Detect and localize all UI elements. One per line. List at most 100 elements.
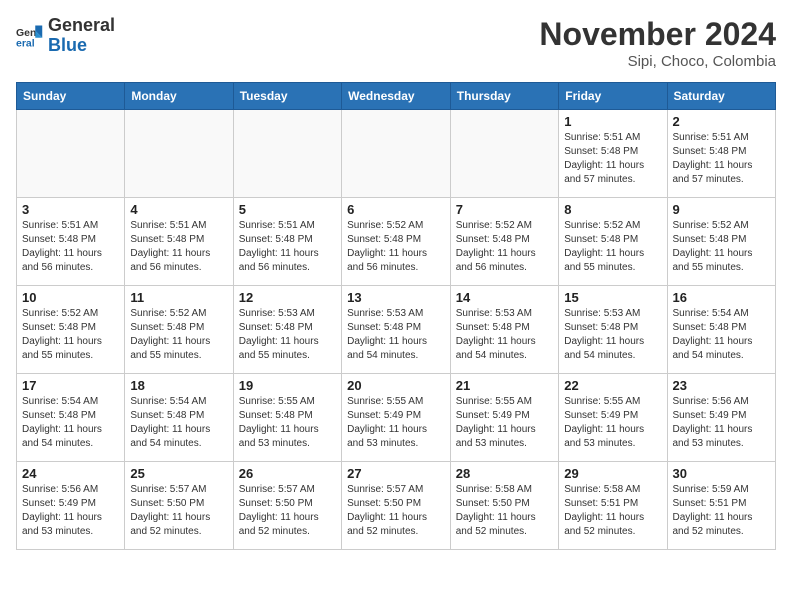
day-info: Sunrise: 5:57 AM Sunset: 5:50 PM Dayligh… [130,483,227,539]
day-info: Sunrise: 5:55 AM Sunset: 5:48 PM Dayligh… [239,395,336,451]
day-info: Sunrise: 5:52 AM Sunset: 5:48 PM Dayligh… [130,307,227,363]
weekday-header-monday: Monday [125,83,233,110]
weekday-header-tuesday: Tuesday [233,83,341,110]
calendar-cell: 23 Sunrise: 5:56 AM Sunset: 5:49 PM Dayli… [667,374,776,462]
day-number: 2 [673,114,771,129]
day-number: 14 [456,290,553,305]
day-info: Sunrise: 5:59 AM Sunset: 5:51 PM Dayligh… [673,483,771,539]
day-number: 16 [673,290,771,305]
calendar-table: SundayMondayTuesdayWednesdayThursdayFrid… [16,82,776,550]
day-info: Sunrise: 5:52 AM Sunset: 5:48 PM Dayligh… [564,219,661,275]
day-number: 13 [347,290,445,305]
calendar-cell: 8 Sunrise: 5:52 AM Sunset: 5:48 PM Daylig… [559,198,667,286]
calendar-cell [125,110,233,198]
day-info: Sunrise: 5:56 AM Sunset: 5:49 PM Dayligh… [22,483,119,539]
calendar-cell: 29Sunrise: 5:58 AM Sunset: 5:51 PM Dayli… [559,462,667,550]
calendar-cell: 10 Sunrise: 5:52 AM Sunset: 5:48 PM Dayli… [17,286,125,374]
day-info: Sunrise: 5:58 AM Sunset: 5:50 PM Dayligh… [456,483,553,539]
day-info: Sunrise: 5:54 AM Sunset: 5:48 PM Dayligh… [22,395,119,451]
day-info: Sunrise: 5:54 AM Sunset: 5:48 PM Dayligh… [130,395,227,451]
svg-text:eral: eral [16,37,35,49]
weekday-header-sunday: Sunday [17,83,125,110]
calendar-cell: 7Sunrise: 5:52 AM Sunset: 5:48 PM Daylig… [450,198,558,286]
day-number: 4 [130,202,227,217]
day-info: Sunrise: 5:52 AM Sunset: 5:48 PM Dayligh… [673,219,771,275]
day-number: 11 [130,290,227,305]
week-row-3: 10 Sunrise: 5:52 AM Sunset: 5:48 PM Dayli… [17,286,776,374]
day-info: Sunrise: 5:51 AM Sunset: 5:48 PM Dayligh… [22,219,119,275]
weekday-header-saturday: Saturday [667,83,776,110]
calendar-cell [450,110,558,198]
calendar-cell: 15Sunrise: 5:53 AM Sunset: 5:48 PM Dayli… [559,286,667,374]
day-number: 3 [22,202,119,217]
day-number: 28 [456,466,553,481]
weekday-header-friday: Friday [559,83,667,110]
day-info: Sunrise: 5:57 AM Sunset: 5:50 PM Dayligh… [347,483,445,539]
day-info: Sunrise: 5:51 AM Sunset: 5:48 PM Dayligh… [564,131,661,187]
calendar-cell: 4 Sunrise: 5:51 AM Sunset: 5:48 PM Daylig… [125,198,233,286]
day-info: Sunrise: 5:56 AM Sunset: 5:49 PM Dayligh… [673,395,771,451]
day-number: 27 [347,466,445,481]
week-row-2: 3 Sunrise: 5:51 AM Sunset: 5:48 PM Daylig… [17,198,776,286]
day-number: 24 [22,466,119,481]
day-number: 1 [564,114,661,129]
calendar-cell: 18 Sunrise: 5:54 AM Sunset: 5:48 PM Dayli… [125,374,233,462]
calendar-cell: 17Sunrise: 5:54 AM Sunset: 5:48 PM Dayli… [17,374,125,462]
calendar-cell: 26 Sunrise: 5:57 AM Sunset: 5:50 PM Dayli… [233,462,341,550]
weekday-header-row: SundayMondayTuesdayWednesdayThursdayFrid… [17,83,776,110]
calendar-cell: 3 Sunrise: 5:51 AM Sunset: 5:48 PM Daylig… [17,198,125,286]
calendar-cell: 19 Sunrise: 5:55 AM Sunset: 5:48 PM Dayli… [233,374,341,462]
day-number: 18 [130,378,227,393]
weekday-header-thursday: Thursday [450,83,558,110]
weekday-header-wednesday: Wednesday [342,83,451,110]
calendar-cell [17,110,125,198]
calendar-cell: 25 Sunrise: 5:57 AM Sunset: 5:50 PM Dayli… [125,462,233,550]
calendar-cell: 9 Sunrise: 5:52 AM Sunset: 5:48 PM Daylig… [667,198,776,286]
week-row-4: 17Sunrise: 5:54 AM Sunset: 5:48 PM Dayli… [17,374,776,462]
week-row-5: 24 Sunrise: 5:56 AM Sunset: 5:49 PM Dayli… [17,462,776,550]
day-info: Sunrise: 5:57 AM Sunset: 5:50 PM Dayligh… [239,483,336,539]
month-year-title: November 2024 [539,16,776,53]
day-info: Sunrise: 5:53 AM Sunset: 5:48 PM Dayligh… [456,307,553,363]
calendar-cell [233,110,341,198]
logo-general-text: General [48,15,115,35]
day-number: 7 [456,202,553,217]
day-number: 29 [564,466,661,481]
calendar-cell: 22 Sunrise: 5:55 AM Sunset: 5:49 PM Dayli… [559,374,667,462]
title-block: November 2024 Sipi, Choco, Colombia [539,16,776,70]
day-info: Sunrise: 5:53 AM Sunset: 5:48 PM Dayligh… [564,307,661,363]
logo: Gen eral General Blue [16,16,115,56]
calendar-cell: 13Sunrise: 5:53 AM Sunset: 5:48 PM Dayli… [342,286,451,374]
calendar-cell: 21 Sunrise: 5:55 AM Sunset: 5:49 PM Dayli… [450,374,558,462]
day-info: Sunrise: 5:55 AM Sunset: 5:49 PM Dayligh… [564,395,661,451]
day-number: 10 [22,290,119,305]
day-number: 8 [564,202,661,217]
day-number: 9 [673,202,771,217]
day-number: 25 [130,466,227,481]
day-info: Sunrise: 5:51 AM Sunset: 5:48 PM Dayligh… [130,219,227,275]
calendar-cell: 11 Sunrise: 5:52 AM Sunset: 5:48 PM Dayli… [125,286,233,374]
calendar-cell: 1 Sunrise: 5:51 AM Sunset: 5:48 PM Daylig… [559,110,667,198]
calendar-cell: 5Sunrise: 5:51 AM Sunset: 5:48 PM Daylig… [233,198,341,286]
day-number: 30 [673,466,771,481]
calendar-cell [342,110,451,198]
day-info: Sunrise: 5:55 AM Sunset: 5:49 PM Dayligh… [456,395,553,451]
calendar-cell: 27 Sunrise: 5:57 AM Sunset: 5:50 PM Dayli… [342,462,451,550]
day-number: 21 [456,378,553,393]
day-number: 23 [673,378,771,393]
calendar-cell: 6Sunrise: 5:52 AM Sunset: 5:48 PM Daylig… [342,198,451,286]
page-header: Gen eral General Blue November 2024 Sipi… [16,16,776,70]
day-info: Sunrise: 5:52 AM Sunset: 5:48 PM Dayligh… [22,307,119,363]
calendar-cell: 12Sunrise: 5:53 AM Sunset: 5:48 PM Dayli… [233,286,341,374]
day-number: 20 [347,378,445,393]
day-number: 19 [239,378,336,393]
calendar-cell: 16Sunrise: 5:54 AM Sunset: 5:48 PM Dayli… [667,286,776,374]
calendar-cell: 24 Sunrise: 5:56 AM Sunset: 5:49 PM Dayli… [17,462,125,550]
day-number: 22 [564,378,661,393]
day-number: 12 [239,290,336,305]
logo-blue-text: Blue [48,35,87,55]
day-number: 6 [347,202,445,217]
day-number: 26 [239,466,336,481]
calendar-cell: 28 Sunrise: 5:58 AM Sunset: 5:50 PM Dayli… [450,462,558,550]
calendar-cell: 20Sunrise: 5:55 AM Sunset: 5:49 PM Dayli… [342,374,451,462]
